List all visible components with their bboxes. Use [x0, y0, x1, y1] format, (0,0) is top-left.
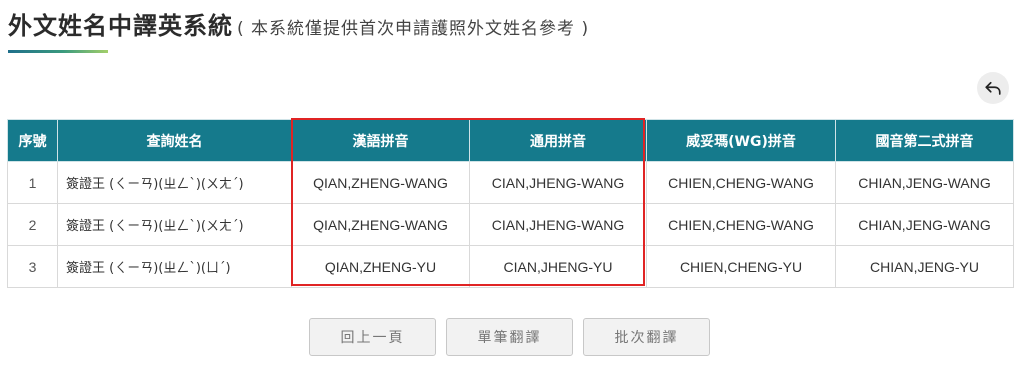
row-hanyu-pinyin: QIAN,ZHENG-WANG	[291, 203, 470, 246]
undo-arrow-icon	[985, 81, 1001, 95]
column-header-mps2: 國音第二式拼音	[835, 119, 1014, 162]
column-header-query-name: 查詢姓名	[57, 119, 292, 162]
table-header-row: 序號 查詢姓名 漢語拼音 通用拼音 威妥瑪(WG)拼音 國音第二式拼音	[7, 119, 1014, 162]
action-button-row: 回上一頁 單筆翻譯 批次翻譯	[0, 318, 1024, 356]
row-wade-giles: CHIEN,CHENG-WANG	[646, 161, 836, 204]
row-hanyu-pinyin: QIAN,ZHENG-YU	[291, 245, 470, 288]
single-translate-button[interactable]: 單筆翻譯	[446, 318, 573, 356]
row-query-name: 簽證王 (ㄑㄧㄢ)(ㄓㄥˋ)(ㄨㄤˊ)	[57, 161, 292, 204]
row-query-name: 簽證王 (ㄑㄧㄢ)(ㄓㄥˋ)(ㄩˊ)	[57, 245, 292, 288]
row-mps2: CHIAN,JENG-WANG	[835, 161, 1014, 204]
row-wade-giles: CHIEN,CHENG-YU	[646, 245, 836, 288]
column-header-hanyu-pinyin: 漢語拼音	[291, 119, 470, 162]
table-row: 1 簽證王 (ㄑㄧㄢ)(ㄓㄥˋ)(ㄨㄤˊ) QIAN,ZHENG-WANG CI…	[7, 161, 1014, 204]
translation-result-table: 序號 查詢姓名 漢語拼音 通用拼音 威妥瑪(WG)拼音 國音第二式拼音 1 簽證…	[7, 119, 1014, 288]
row-tongyong-pinyin: CIAN,JHENG-WANG	[469, 161, 647, 204]
row-tongyong-pinyin: CIAN,JHENG-WANG	[469, 203, 647, 246]
column-header-tongyong-pinyin: 通用拼音	[469, 119, 647, 162]
row-seq: 3	[7, 245, 58, 288]
row-wade-giles: CHIEN,CHENG-WANG	[646, 203, 836, 246]
title-underline	[8, 50, 108, 53]
undo-back-button[interactable]	[977, 72, 1009, 104]
row-hanyu-pinyin: QIAN,ZHENG-WANG	[291, 161, 470, 204]
page-title: 外文姓名中譯英系統	[8, 12, 233, 40]
column-header-seq: 序號	[7, 119, 58, 162]
table-row: 2 簽證王 (ㄑㄧㄢ)(ㄓㄥˋ)(ㄨㄤˊ) QIAN,ZHENG-WANG CI…	[7, 203, 1014, 246]
row-mps2: CHIAN,JENG-YU	[835, 245, 1014, 288]
row-query-name: 簽證王 (ㄑㄧㄢ)(ㄓㄥˋ)(ㄨㄤˊ)	[57, 203, 292, 246]
page-subtitle: ( 本系統僅提供首次申請護照外文姓名參考 )	[237, 19, 590, 39]
row-seq: 2	[7, 203, 58, 246]
table-row: 3 簽證王 (ㄑㄧㄢ)(ㄓㄥˋ)(ㄩˊ) QIAN,ZHENG-YU CIAN,…	[7, 245, 1014, 288]
row-tongyong-pinyin: CIAN,JHENG-YU	[469, 245, 647, 288]
batch-translate-button[interactable]: 批次翻譯	[583, 318, 710, 356]
row-mps2: CHIAN,JENG-WANG	[835, 203, 1014, 246]
row-seq: 1	[7, 161, 58, 204]
page-header: 外文姓名中譯英系統( 本系統僅提供首次申請護照外文姓名參考 )	[8, 6, 589, 41]
column-header-wade-giles: 威妥瑪(WG)拼音	[646, 119, 836, 162]
back-page-button[interactable]: 回上一頁	[309, 318, 436, 356]
